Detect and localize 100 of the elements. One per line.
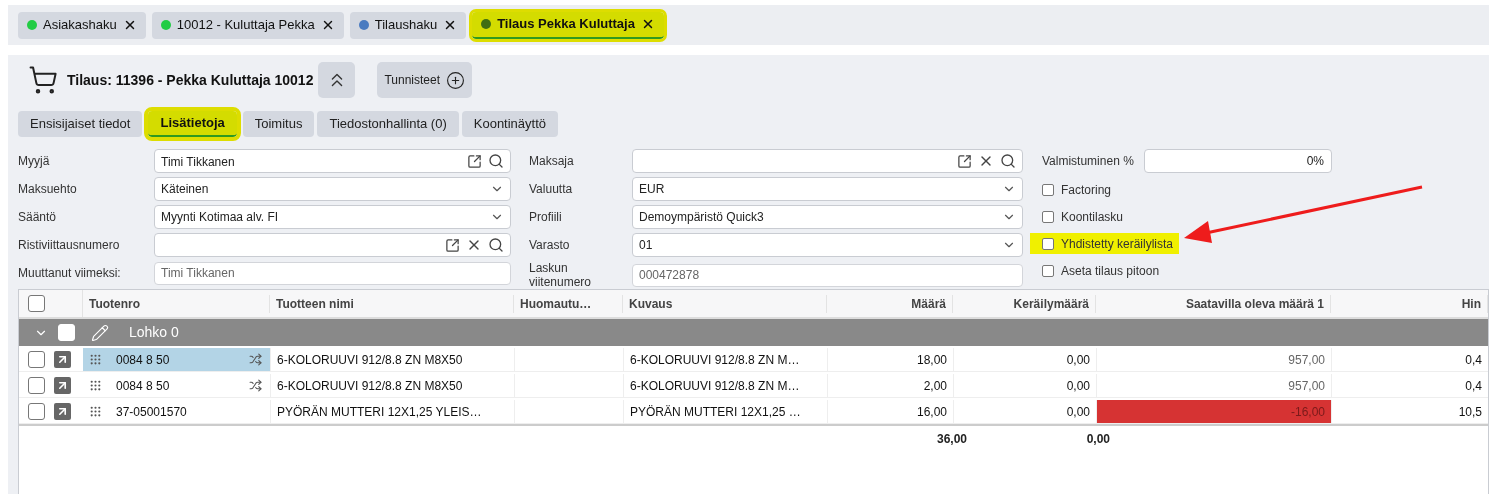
edit-icon[interactable] [91, 323, 109, 342]
field-label: Maksaja [529, 154, 575, 168]
product-number-cell[interactable]: 37-05001570 [83, 400, 270, 423]
total-value: 0,00 [1085, 431, 1111, 448]
tab-label: 10012 - Kuluttaja Pekka [176, 16, 315, 35]
tags-button[interactable]: Tunnisteet [377, 62, 473, 98]
field-label: Valuutta [529, 182, 574, 196]
select-field[interactable]: Myynti Kotimaa alv. FI [154, 205, 511, 229]
open-link-icon[interactable] [957, 153, 972, 169]
checkbox-row[interactable]: Aseta tilaus pitoon [1030, 260, 1166, 281]
checkbox[interactable] [28, 295, 45, 312]
select-field[interactable]: EUR [632, 177, 1023, 201]
field-label: Maksuehto [18, 182, 78, 196]
lookup-field[interactable] [154, 233, 511, 257]
checkbox[interactable] [1042, 264, 1054, 277]
table-cell: 6-KOLORUUVI 912/8.8 ZN M… [623, 348, 827, 371]
shuffle-icon[interactable] [249, 353, 262, 366]
field-value: Timi Tikkanen [161, 155, 235, 169]
product-number-cell[interactable]: 0084 8 50 [83, 348, 270, 371]
field-label: Ristiviittausnumero [18, 238, 121, 252]
field-label: Myyjä [18, 154, 51, 168]
section-tab[interactable]: Ensisijaiset tiedot [18, 111, 143, 137]
drag-handle-icon[interactable] [89, 379, 102, 392]
table-cell: 957,00 [1096, 348, 1331, 371]
checkbox[interactable] [28, 403, 45, 420]
select-field[interactable]: Demoympäristö Quick3 [632, 205, 1023, 229]
checkbox-row[interactable]: Factoring [1030, 179, 1118, 200]
open-row-icon[interactable] [54, 403, 71, 420]
select-field[interactable]: 01 [632, 233, 1023, 257]
checkbox-label: Koontilasku [1061, 208, 1124, 226]
column-header[interactable]: Kuvaus [623, 294, 827, 313]
select-value: 01 [639, 237, 654, 254]
document-tab[interactable]: 10012 - Kuluttaja Pekka [151, 11, 344, 39]
checkbox[interactable] [28, 351, 45, 368]
table-cell: 0,00 [953, 348, 1096, 371]
select-value: Myynti Kotimaa alv. FI [161, 209, 280, 226]
field-label: Profiili [529, 210, 563, 224]
readonly-field: Timi Tikkanen [154, 261, 511, 285]
checkbox[interactable] [1042, 237, 1054, 250]
select-field[interactable]: Käteinen [154, 177, 511, 201]
search-icon[interactable] [1000, 153, 1016, 169]
select-value: EUR [639, 181, 666, 198]
column-header[interactable]: Keräilymäärä [953, 294, 1096, 313]
select-value: Demoympäristö Quick3 [639, 209, 765, 226]
tab-label: Asiakashaku [43, 16, 117, 35]
table-cell: 0,4 [1331, 348, 1488, 371]
plus-icon [446, 70, 466, 90]
checkbox[interactable] [1042, 183, 1054, 196]
search-icon[interactable] [488, 153, 504, 169]
table-cell: 16,00 [827, 400, 953, 423]
product-number: 0084 8 50 [116, 377, 171, 395]
tab-label: Tilaus Pekka Kuluttaja [497, 15, 635, 34]
drag-handle-icon[interactable] [89, 405, 102, 418]
table-cell: 957,00 [1096, 374, 1331, 397]
shuffle-icon[interactable] [249, 379, 262, 392]
section-tab[interactable]: Tiedostonhallinta (0) [317, 111, 459, 137]
section-tab[interactable]: Koontinäyttö [461, 111, 559, 137]
group-row[interactable]: Lohko 0 [19, 319, 1488, 346]
table-cell: 18,00 [827, 348, 953, 371]
table-cell: -16,00 [1096, 400, 1331, 423]
total-value: 36,00 [935, 431, 968, 448]
column-header[interactable]: Määrä [827, 294, 953, 313]
field-label: Laskun viitenumero [529, 261, 593, 289]
table-cell: 0,4 [1331, 374, 1488, 397]
open-link-icon[interactable] [467, 153, 482, 169]
lookup-field[interactable] [632, 149, 1023, 173]
checkbox-row[interactable]: Koontilasku [1030, 206, 1130, 227]
table-cell: 6-KOLORUUVI 912/8.8 ZN M8X50 [270, 348, 514, 371]
lookup-field[interactable]: Timi Tikkanen [154, 149, 511, 173]
product-number-cell[interactable]: 0084 8 50 [83, 374, 270, 397]
open-link-icon[interactable] [445, 237, 460, 253]
open-row-icon[interactable] [54, 377, 71, 394]
checkbox-label: Factoring [1061, 181, 1112, 199]
column-header[interactable]: Tuotenro [83, 294, 270, 313]
section-tab[interactable]: Toimitus [242, 111, 315, 137]
checkbox-label: Aseta tilaus pitoon [1061, 262, 1160, 280]
drag-handle-icon[interactable] [89, 353, 102, 366]
order-title: Tilaus: 11396 - Pekka Kuluttaja 10012 [67, 70, 314, 90]
checkbox[interactable] [28, 377, 45, 394]
select-value: Käteinen [161, 181, 210, 198]
column-header[interactable]: Saatavilla oleva määrä 1 [1096, 294, 1331, 313]
field-label: Varasto [529, 238, 571, 252]
open-row-icon[interactable] [54, 351, 71, 368]
document-tab[interactable]: Tilaus Pekka Kuluttaja [472, 11, 664, 39]
table-cell: PYÖRÄN MUTTERI 12X1,25 … [623, 400, 827, 423]
table-cell: 2,00 [827, 374, 953, 397]
table-cell: 10,5 [1331, 400, 1488, 423]
collapse-button[interactable] [318, 62, 356, 98]
checkbox-label: Yhdistetty keräilylista [1061, 235, 1174, 253]
column-header[interactable]: Hin [1331, 294, 1488, 313]
document-tab[interactable]: Tilaushaku [349, 11, 467, 39]
percent-field[interactable]: 0% [1144, 149, 1332, 173]
checkbox[interactable] [1042, 210, 1054, 223]
field-label: Sääntö [18, 210, 58, 224]
table-cell: PYÖRÄN MUTTERI 12X1,25 YLEIS… [270, 400, 514, 423]
column-header[interactable]: Huomautu… [514, 294, 623, 313]
checkbox-row[interactable]: Yhdistetty keräilylista [1030, 233, 1180, 254]
column-header[interactable]: Tuotteen nimi [270, 294, 514, 313]
search-icon[interactable] [488, 237, 504, 253]
document-tab[interactable]: Asiakashaku [18, 11, 146, 39]
